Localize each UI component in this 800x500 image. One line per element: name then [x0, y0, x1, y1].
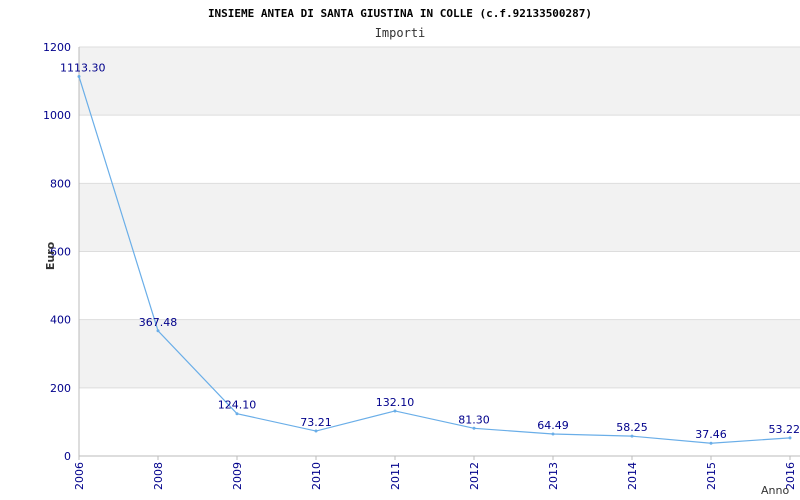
plot-band — [79, 115, 800, 184]
plot-band — [79, 183, 800, 252]
chart-subtitle: Importi — [375, 26, 426, 40]
x-tick-label: 2012 — [468, 462, 481, 490]
data-point — [551, 432, 555, 436]
x-tick-label: 2011 — [389, 462, 402, 490]
data-label: 58.25 — [616, 421, 648, 434]
data-point — [314, 429, 318, 433]
x-tick-label: 2015 — [705, 462, 718, 490]
chart-title: INSIEME ANTEA DI SANTA GIUSTINA IN COLLE… — [208, 7, 592, 20]
y-tick-label: 1000 — [43, 109, 71, 122]
x-tick-label: 2009 — [231, 462, 244, 490]
x-tick-label: 2010 — [310, 462, 323, 490]
plot-band — [79, 319, 800, 388]
x-tick-labels: 2006 2008 2009 2010 2011 2012 2013 2014 2015 2016 — [73, 462, 797, 490]
y-tick-label: 1200 — [43, 41, 71, 54]
data-point — [235, 412, 239, 416]
x-tick-label: 2008 — [152, 462, 165, 490]
y-tick-label: 800 — [50, 177, 71, 190]
data-point — [788, 436, 792, 440]
data-label: 73.21 — [300, 416, 332, 429]
y-tick-label: 400 — [50, 314, 71, 327]
data-label: 132.10 — [376, 396, 415, 409]
data-point — [472, 426, 476, 430]
y-tick-label: 200 — [50, 382, 71, 395]
x-tick-label: 2014 — [626, 462, 639, 490]
data-point — [156, 329, 160, 333]
x-tick-label: 2013 — [547, 462, 560, 490]
plot-band — [79, 47, 800, 116]
data-point — [630, 434, 634, 438]
data-label: 53.22 — [769, 423, 800, 436]
data-label: 64.49 — [537, 419, 569, 432]
data-label: 81.30 — [458, 413, 490, 426]
data-label: 37.46 — [695, 428, 727, 441]
plot-band — [79, 387, 800, 456]
y-tick-label: 0 — [64, 450, 71, 463]
data-label: 367.48 — [139, 316, 178, 329]
line-chart: INSIEME ANTEA DI SANTA GIUSTINA IN COLLE… — [43, 7, 800, 497]
y-axis-label: Euro — [44, 241, 57, 270]
plot-band — [79, 251, 800, 320]
x-axis-label: Anno — [761, 484, 789, 497]
data-point — [709, 441, 713, 445]
x-tick-label: 2006 — [73, 462, 86, 490]
data-point — [393, 409, 397, 413]
data-point — [77, 75, 81, 79]
data-label: 124.10 — [218, 399, 257, 412]
data-label: 1113.30 — [60, 62, 106, 75]
